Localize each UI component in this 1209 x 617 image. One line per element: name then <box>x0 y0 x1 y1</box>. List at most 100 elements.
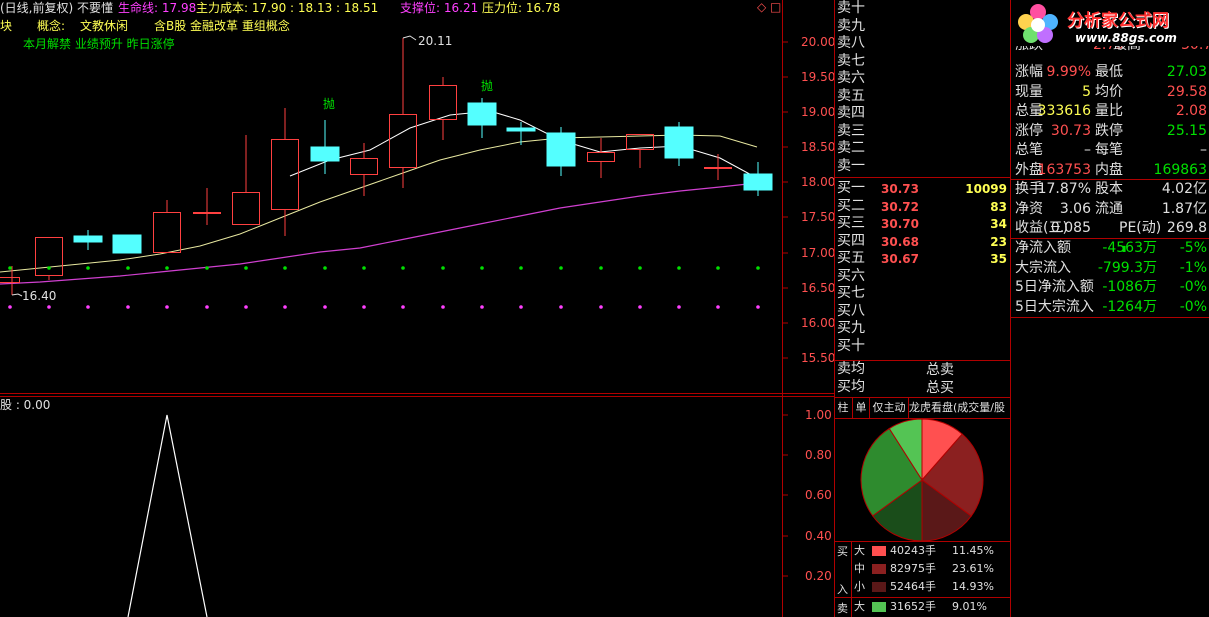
quote-label: 现量 <box>1015 83 1043 100</box>
flow-label: 5日大宗流入 <box>1015 298 1094 315</box>
quote-label: 涨停 <box>1015 122 1043 139</box>
quote-value: 1.87亿 <box>1161 200 1207 217</box>
buy-level-label: 买九 <box>837 320 865 336</box>
flow-percent: -5% <box>1179 240 1207 256</box>
quote-row: 现量 5 均价 29.58 <box>1013 83 1209 103</box>
quote-label: 总笔 <box>1015 142 1043 158</box>
sell-level-label: 卖六 <box>837 70 865 86</box>
buy-level-label: 买六 <box>837 267 865 284</box>
quote-row: 总量 333616 量比 2.08 <box>1013 102 1209 122</box>
quote-label: 净资 <box>1015 200 1043 217</box>
quote-value: 17.87% <box>1037 181 1091 197</box>
sell-level-label: 卖九 <box>837 17 865 34</box>
quote-label: 内盘 <box>1095 161 1123 178</box>
quote-value: 29.58 <box>1166 83 1207 100</box>
legend-volume: 82975手 <box>890 562 936 575</box>
price-tick: 17.00 <box>801 246 836 260</box>
sell-mark-2: 抛 <box>481 79 494 93</box>
quote-value: 169863 <box>1153 161 1207 178</box>
quote-value: 3.06 <box>1059 200 1091 217</box>
sub-tick: 0.40 <box>805 529 832 543</box>
legend-size: 小 <box>854 580 865 593</box>
sub-chart-label: 股 : 0.00 <box>0 398 51 412</box>
quote-value: 269.8 <box>1166 220 1207 236</box>
quote-value: 9.99% <box>1046 64 1091 80</box>
legend-size: 大 <box>854 600 865 613</box>
pie-chart <box>860 418 984 542</box>
logo-title: 分析家公式网 <box>1067 11 1169 31</box>
high-price-label: 20.11 <box>418 34 453 48</box>
quote-value: 25.15 <box>1166 122 1207 139</box>
flow-value: -1086万 <box>1102 279 1157 295</box>
flow-row: 5日大宗流入 -1264万 -0% <box>1013 298 1209 318</box>
divider <box>834 177 1011 178</box>
flow-percent: -0% <box>1179 298 1207 315</box>
flower-logo-icon <box>1018 4 1058 43</box>
buy-level-label: 买五 <box>837 250 865 266</box>
divider <box>1011 317 1209 318</box>
quote-row: 涨停 30.73 跌停 25.15 <box>1013 122 1209 142</box>
buy-price: 30.73 <box>881 182 919 196</box>
logo-banner: 分析家公式网 www.88gs.com <box>1011 0 1209 45</box>
quote-value: 5 <box>1082 83 1091 100</box>
legend-volume: 52464手 <box>890 580 936 593</box>
buy-price: 30.67 <box>881 252 919 266</box>
buy-level-label: 买四 <box>837 232 865 249</box>
legend-row: 大 40243手 11.45% <box>834 542 1010 560</box>
buy-level-label: 买一 <box>837 180 865 196</box>
buy-level-label: 买七 <box>837 285 865 301</box>
price-tick: 16.00 <box>801 316 836 330</box>
quote-row: 总笔 – 每笔 – <box>1013 141 1209 161</box>
sell-mark-1: 抛 <box>323 97 336 111</box>
flow-value: -1264万 <box>1102 298 1157 315</box>
buy-volume: 10099 <box>965 182 1007 196</box>
quote-value: 333616 <box>1037 103 1091 119</box>
tab-active-only[interactable]: 仅主动 <box>870 398 909 418</box>
quote-label: 每笔 <box>1095 142 1123 158</box>
legend-volume: 31652手 <box>890 600 936 613</box>
quote-value: 27.03 <box>1166 64 1207 80</box>
quote-value: – <box>1084 142 1091 158</box>
sell-level-label: 卖一 <box>837 157 865 174</box>
logo-url[interactable]: www.88gs.com <box>1075 31 1177 45</box>
quote-value: 4.02亿 <box>1161 181 1207 197</box>
legend-swatch <box>872 546 886 556</box>
buy-volume: 23 <box>990 234 1007 249</box>
legend-percent: 23.61% <box>952 562 994 575</box>
flow-label: 大宗流入 <box>1015 259 1071 276</box>
flow-percent: -1% <box>1179 259 1207 276</box>
legend-size: 中 <box>854 562 865 575</box>
price-tick: 18.00 <box>801 175 836 189</box>
sub-tick: 0.60 <box>805 488 832 502</box>
buy-level-label: 买十 <box>837 337 865 354</box>
divider <box>1010 0 1011 617</box>
price-tick: 15.50 <box>801 351 836 365</box>
price-tick: 16.50 <box>801 281 836 295</box>
price-tick: 18.50 <box>801 140 836 154</box>
quote-value: 0.085 <box>1050 220 1091 236</box>
tab-longhu[interactable]: 龙虎看盘(成交量/股 <box>909 398 1010 418</box>
quote-row: 换手 17.87% 股本 4.02亿 <box>1013 180 1209 200</box>
buy-price: 30.68 <box>881 234 919 249</box>
quote-row-partial: 涨跌 2.79 最高 30.73 <box>1013 46 1209 56</box>
price-tick: 17.50 <box>801 210 836 224</box>
legend-row: 中 82975手 23.61% <box>834 560 1010 578</box>
tab-single[interactable]: 单 <box>853 398 870 418</box>
quote-value: 30.73 <box>1181 46 1209 56</box>
buy-price: 30.72 <box>881 199 919 214</box>
legend-swatch <box>872 564 886 574</box>
legend-size: 大 <box>854 544 865 557</box>
quote-value: 163753 <box>1037 161 1091 178</box>
legend-volume: 40243手 <box>890 544 936 557</box>
kline-chart[interactable] <box>0 0 834 617</box>
quote-value: – <box>1200 142 1207 158</box>
sub-tick: 0.80 <box>805 448 832 462</box>
price-tick: 20.00 <box>801 35 836 49</box>
buy-level-label: 买八 <box>837 302 865 319</box>
flow-label: 5日净流入额 <box>1015 279 1094 295</box>
quote-value: 30.73 <box>1050 122 1091 139</box>
avg-buy-label: 买均 <box>837 378 865 395</box>
tab-bar-chart[interactable]: 柱 <box>834 398 853 418</box>
legend-swatch <box>872 602 886 612</box>
sell-level-label: 卖二 <box>837 140 865 156</box>
